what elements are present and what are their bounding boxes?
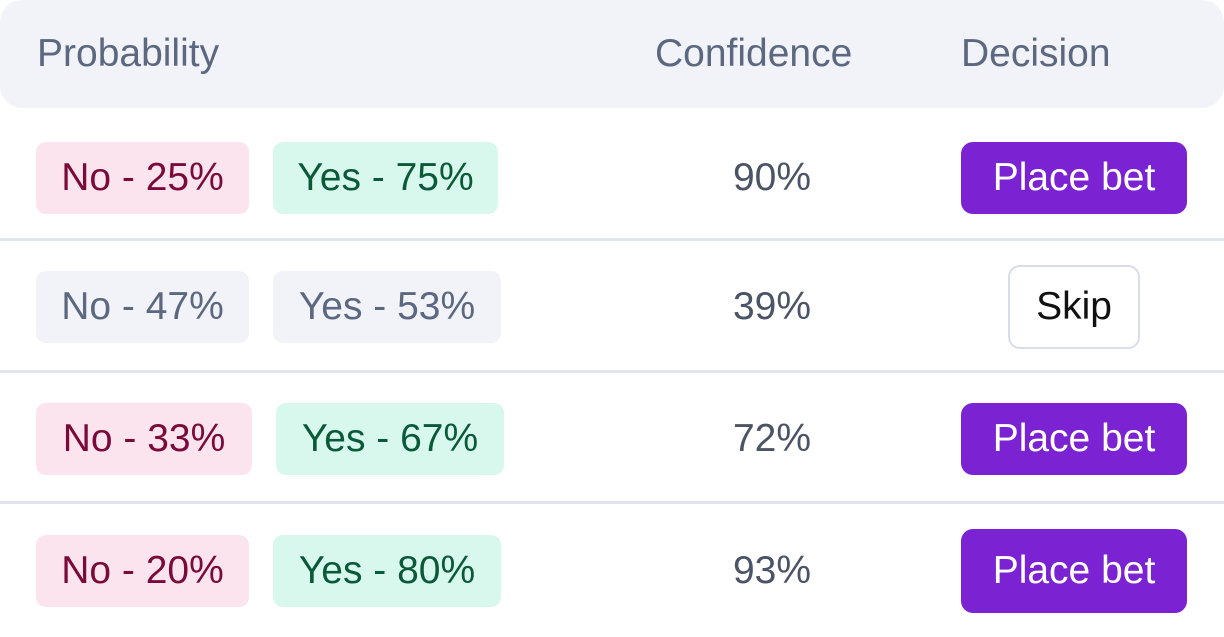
header-decision: Decision (961, 32, 1111, 75)
probability-no-badge: No - 33% (36, 403, 252, 475)
place-bet-button[interactable]: Place bet (961, 142, 1187, 214)
probability-yes-badge: Yes - 75% (273, 142, 498, 214)
confidence-value: 39% (732, 285, 812, 328)
probability-no-badge: No - 47% (36, 271, 249, 343)
confidence-value: 93% (732, 549, 812, 592)
place-bet-button[interactable]: Place bet (961, 529, 1187, 613)
confidence-value: 72% (732, 417, 812, 460)
bets-table: Probability Confidence Decision No - 25%… (0, 0, 1224, 637)
table-header: Probability Confidence Decision (0, 0, 1224, 108)
table-row: No - 25% Yes - 75% 90% Place bet (0, 108, 1224, 240)
skip-button[interactable]: Skip (1008, 265, 1140, 349)
probability-no-badge: No - 20% (36, 535, 249, 607)
confidence-value: 90% (732, 156, 812, 199)
table-row: No - 33% Yes - 67% 72% Place bet (0, 369, 1224, 501)
header-probability: Probability (37, 32, 220, 75)
table-row: No - 20% Yes - 80% 93% Place bet (0, 501, 1224, 633)
probability-yes-badge: Yes - 67% (276, 403, 504, 475)
header-confidence: Confidence (655, 32, 853, 75)
probability-yes-badge: Yes - 80% (273, 535, 501, 607)
table-row: No - 47% Yes - 53% 39% Skip (0, 237, 1224, 369)
probability-no-badge: No - 25% (36, 142, 249, 214)
place-bet-button[interactable]: Place bet (961, 403, 1187, 475)
probability-yes-badge: Yes - 53% (273, 271, 501, 343)
